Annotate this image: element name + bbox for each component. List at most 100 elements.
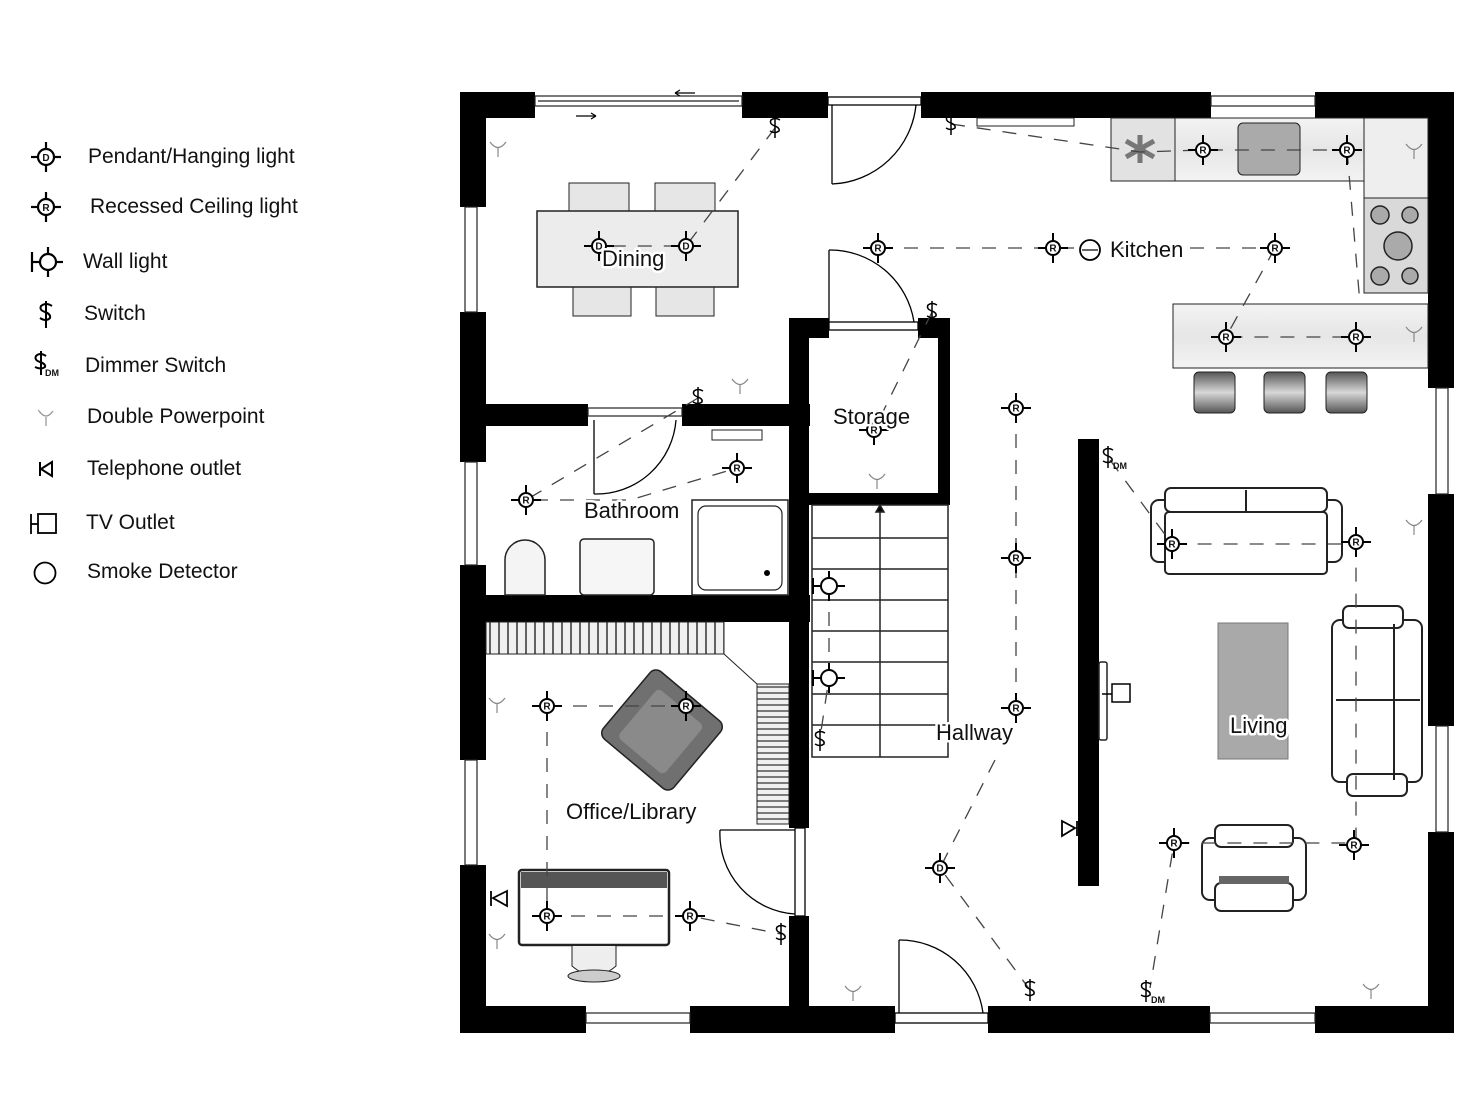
wall-segment <box>460 404 588 426</box>
switch-icon[interactable] <box>769 116 781 138</box>
door-bathroom[interactable] <box>593 419 677 495</box>
recessed-light-icon: R <box>532 691 562 721</box>
svg-text:R: R <box>1352 538 1360 549</box>
recessed-light-icon: R <box>1260 233 1290 263</box>
switch-icon[interactable] <box>775 923 787 945</box>
wall-segment <box>742 92 828 118</box>
svg-text:R: R <box>1271 244 1279 255</box>
wall-segment <box>460 565 486 760</box>
recessed-light-icon: R <box>722 453 752 483</box>
wall-segment <box>460 595 810 622</box>
door-office[interactable] <box>719 827 806 917</box>
switch-icon[interactable] <box>1024 979 1036 1001</box>
window <box>464 461 478 566</box>
window <box>1209 1012 1316 1024</box>
recessed-light-icon: R <box>1159 828 1189 858</box>
wall-segment <box>789 916 809 1033</box>
window <box>1210 95 1316 107</box>
stool <box>1325 371 1368 414</box>
wall-segment <box>1428 832 1454 1033</box>
wall-segment <box>460 312 486 462</box>
room-label-bathroom: Bathroom <box>584 498 679 523</box>
arrow-left-icon <box>674 89 695 97</box>
door-front-bottom[interactable] <box>894 939 989 1024</box>
wall-segment <box>938 318 950 504</box>
svg-text:DM: DM <box>1151 995 1165 1005</box>
room-label-dining: Dining <box>602 246 664 271</box>
svg-text:R: R <box>1343 146 1351 157</box>
floor-plan: R R RR RR RRRR RR RRRRR RR RR D DD DMDM Dining Ki… <box>460 89 1454 1033</box>
window-sliding-dining <box>534 95 743 107</box>
counter-corner <box>1363 117 1429 199</box>
coffee-table <box>1217 622 1289 760</box>
telephone-outlet-icon <box>1061 819 1078 838</box>
wall-segment <box>809 493 950 505</box>
double-powerpoint-icon <box>731 378 749 394</box>
svg-text:R: R <box>543 912 551 923</box>
door-storage[interactable] <box>828 249 919 331</box>
recessed-light-icon: R <box>1339 830 1369 860</box>
window <box>1435 725 1449 833</box>
shelf <box>976 117 1075 127</box>
sink <box>1237 122 1301 176</box>
double-powerpoint-icon <box>488 933 506 949</box>
svg-text:R: R <box>1012 554 1020 565</box>
wall-segment <box>460 1006 586 1033</box>
staircase <box>811 503 949 758</box>
stool <box>1263 371 1306 414</box>
toilet <box>504 539 546 596</box>
room-label-hallway: Hallway <box>936 720 1013 745</box>
telephone-outlet-icon <box>490 889 508 908</box>
chair <box>654 182 716 214</box>
svg-text:R: R <box>543 702 551 713</box>
wall-segment <box>789 318 829 338</box>
chair <box>655 283 715 317</box>
wall-segment <box>988 1006 1210 1033</box>
recessed-light-icon: R <box>675 901 705 931</box>
tv-unit <box>1098 661 1108 741</box>
pendant-light-icon: D <box>925 853 955 883</box>
svg-text:D: D <box>682 242 689 253</box>
sofa-right <box>1331 605 1423 797</box>
svg-text:R: R <box>733 464 741 475</box>
svg-text:R: R <box>874 244 882 255</box>
chair <box>568 182 630 214</box>
room-label-living: Living <box>1230 713 1287 738</box>
towel-rail <box>711 429 763 441</box>
door-front-top[interactable] <box>827 96 922 185</box>
svg-text:R: R <box>1170 839 1178 850</box>
svg-text:R: R <box>1012 404 1020 415</box>
arrow-right-icon <box>576 112 597 120</box>
svg-text:R: R <box>682 702 690 713</box>
recessed-light-icon: R <box>1001 393 1031 423</box>
svg-text:R: R <box>686 912 694 923</box>
dimmer-switch-icon[interactable]: DM <box>1140 980 1165 1005</box>
recessed-light-icon: R <box>1341 527 1371 557</box>
svg-text:D: D <box>936 864 943 875</box>
double-powerpoint-icon <box>489 141 507 157</box>
room-label-storage: Storage <box>833 404 910 429</box>
double-powerpoint-icon <box>1362 983 1380 999</box>
armchair <box>600 669 724 791</box>
basin <box>579 538 655 596</box>
recessed-light-icon: R <box>1001 543 1031 573</box>
svg-text:R: R <box>1168 540 1176 551</box>
wall-segment <box>460 92 486 207</box>
wall-segment <box>1428 92 1454 388</box>
wall-segment <box>1078 439 1099 886</box>
recessed-light-icon: R <box>511 485 541 515</box>
chair <box>572 283 632 317</box>
recessed-light-icon: R <box>1001 693 1031 723</box>
svg-text:R: R <box>1350 841 1358 852</box>
room-label-office: Office/Library <box>566 799 696 824</box>
double-powerpoint-icon <box>844 985 862 1001</box>
svg-text:R: R <box>1012 704 1020 715</box>
svg-text:R: R <box>522 496 530 507</box>
bookshelf <box>485 621 725 655</box>
double-powerpoint-icon <box>1405 519 1423 535</box>
dimmer-switch-icon[interactable]: DM <box>1102 446 1127 471</box>
wall-segment <box>789 318 809 828</box>
window-bath <box>587 407 683 417</box>
window <box>585 1012 691 1024</box>
stool <box>1193 371 1236 414</box>
